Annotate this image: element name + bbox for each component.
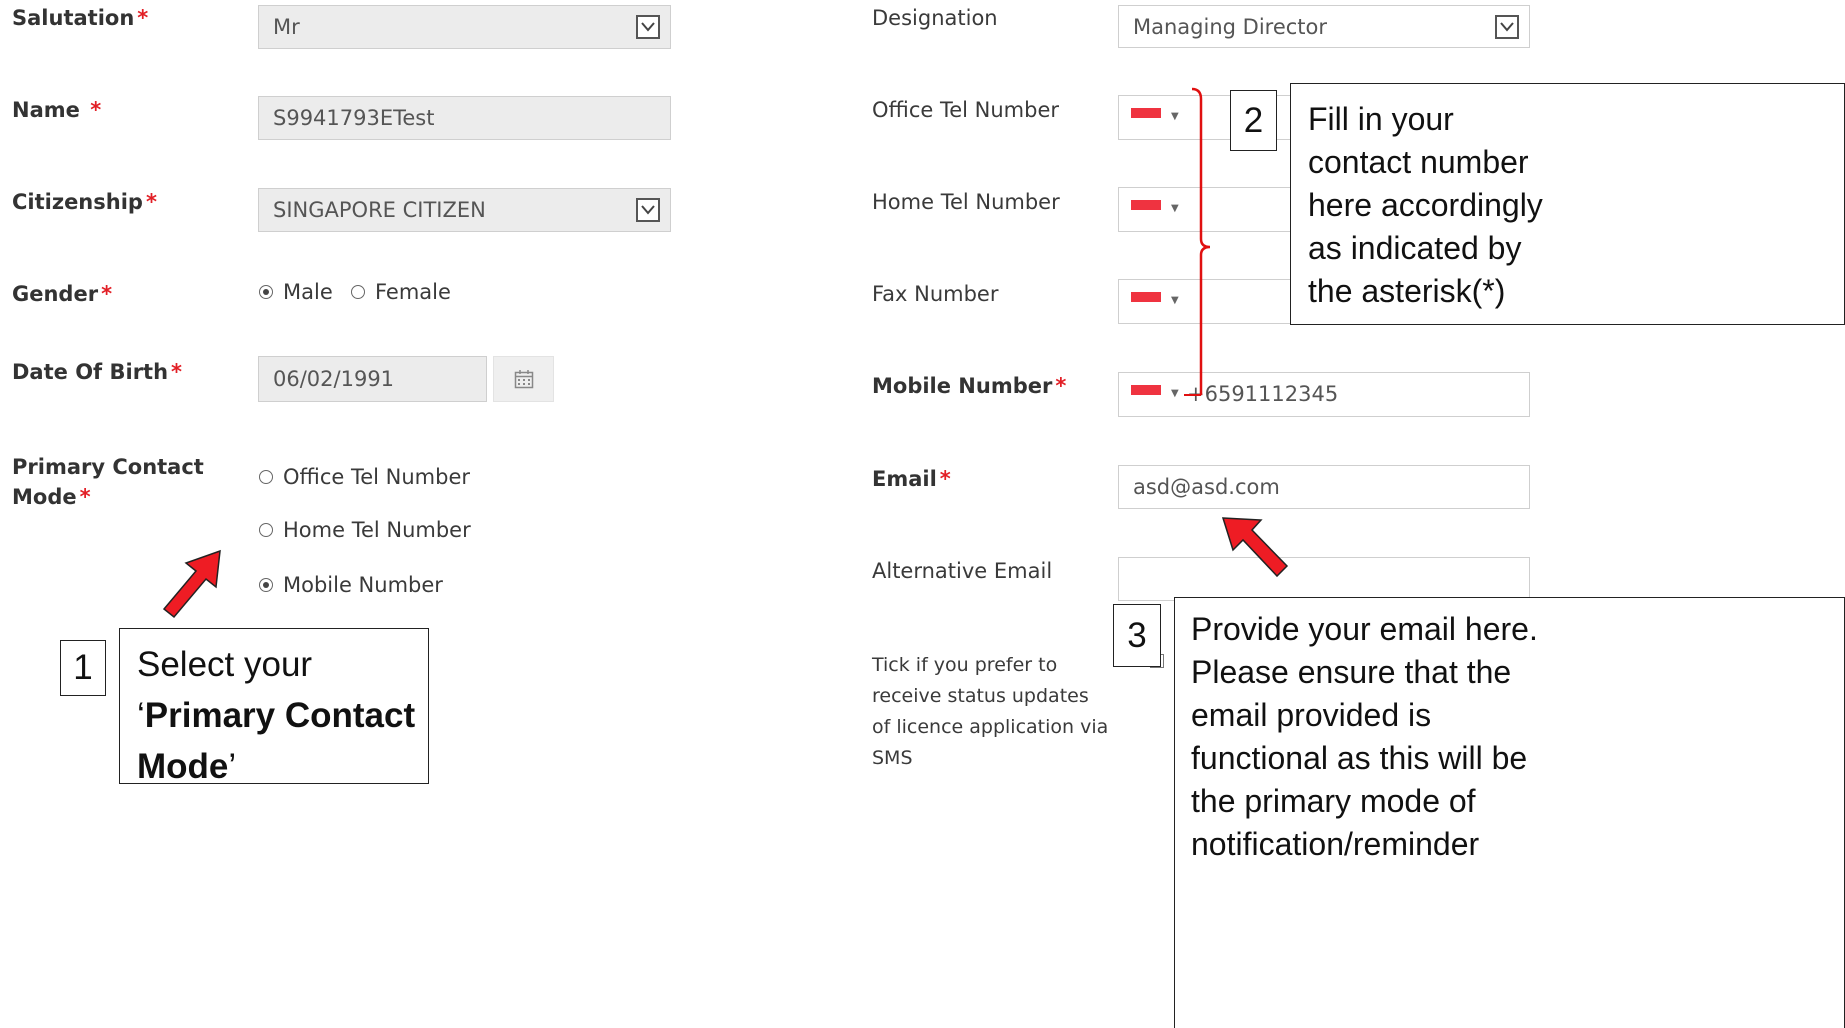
gender-option-female[interactable]: Female: [351, 280, 451, 304]
calendar-button[interactable]: [493, 356, 554, 402]
radio-selected[interactable]: [259, 578, 273, 592]
dropdown-arrow-icon[interactable]: [636, 198, 660, 222]
radio-unselected[interactable]: [351, 285, 365, 299]
annotation-1-number: 1: [60, 640, 106, 696]
salutation-label: Salutation *: [12, 6, 149, 30]
dob-value: 06/02/1991: [273, 367, 395, 391]
singapore-flag-icon: [1131, 292, 1161, 312]
radio-unselected[interactable]: [259, 470, 273, 484]
required-asterisk: *: [137, 6, 149, 30]
email-label: Email *: [872, 467, 951, 491]
dropdown-arrow-icon[interactable]: [636, 15, 660, 39]
dob-field[interactable]: 06/02/1991: [258, 356, 487, 402]
designation-label: Designation: [872, 6, 998, 30]
name-label: Name *: [12, 98, 102, 122]
caret-down-icon: ▼: [1171, 111, 1179, 122]
caret-down-icon: ▼: [1171, 295, 1179, 306]
name-field[interactable]: S9941793ETest: [258, 96, 671, 140]
singapore-flag-icon: [1131, 200, 1161, 220]
annotation-1-callout: Select your ‘Primary Contact Mode’: [119, 628, 429, 786]
radio-selected[interactable]: [259, 285, 273, 299]
required-asterisk: *: [171, 360, 183, 384]
gender-label: Gender *: [12, 282, 113, 306]
singapore-flag-icon: [1131, 385, 1161, 405]
alt-email-label: Alternative Email: [872, 559, 1053, 583]
office-tel-label: Office Tel Number: [872, 98, 1060, 122]
annotation-3-number: 3: [1113, 604, 1161, 667]
email-input[interactable]: asd@asd.com: [1118, 465, 1530, 509]
singapore-flag-icon: [1131, 108, 1161, 128]
contact-mode-office[interactable]: Office Tel Number: [259, 465, 470, 489]
name-value: S9941793ETest: [273, 106, 435, 130]
designation-value: Managing Director: [1133, 14, 1328, 39]
required-asterisk: *: [90, 98, 102, 122]
annotation-2-number: 2: [1230, 90, 1277, 151]
fax-label: Fax Number: [872, 282, 999, 306]
primary-contact-mode-label: Primary Contact Mode *: [12, 455, 204, 509]
salutation-value: Mr: [273, 15, 300, 39]
calendar-icon: [514, 370, 533, 389]
red-bracket: [1184, 87, 1211, 396]
required-asterisk: *: [79, 485, 91, 509]
contact-mode-home[interactable]: Home Tel Number: [259, 518, 471, 542]
caret-down-icon: ▼: [1171, 203, 1179, 214]
gender-option-male[interactable]: Male: [259, 280, 333, 304]
salutation-select[interactable]: Mr: [258, 5, 671, 49]
up-right-arrow-icon: [162, 549, 221, 619]
up-left-arrow-icon: [1221, 517, 1289, 578]
citizenship-value: SINGAPORE CITIZEN: [273, 198, 486, 222]
required-asterisk: *: [145, 190, 157, 214]
caret-down-icon: ▼: [1171, 388, 1179, 399]
citizenship-label: Citizenship *: [12, 190, 157, 214]
sms-pref-label: Tick if you prefer to receive status upd…: [872, 654, 1109, 769]
annotation-2-callout: Fill in your contact number here accordi…: [1290, 83, 1845, 325]
email-value: asd@asd.com: [1133, 475, 1280, 499]
designation-select[interactable]: Managing Director: [1118, 5, 1530, 48]
contact-mode-mobile[interactable]: Mobile Number: [259, 573, 443, 597]
alt-email-input[interactable]: [1118, 557, 1530, 601]
citizenship-select[interactable]: SINGAPORE CITIZEN: [258, 188, 671, 232]
dropdown-arrow-icon[interactable]: [1495, 15, 1519, 39]
dob-label: Date Of Birth *: [12, 360, 183, 384]
radio-unselected[interactable]: [259, 523, 273, 537]
required-asterisk: *: [939, 467, 951, 491]
home-tel-label: Home Tel Number: [872, 190, 1060, 214]
required-asterisk: *: [1055, 374, 1067, 398]
mobile-label: Mobile Number *: [872, 374, 1067, 398]
required-asterisk: *: [101, 282, 113, 306]
annotation-3-callout: Provide your email here. Please ensure t…: [1174, 597, 1845, 1028]
